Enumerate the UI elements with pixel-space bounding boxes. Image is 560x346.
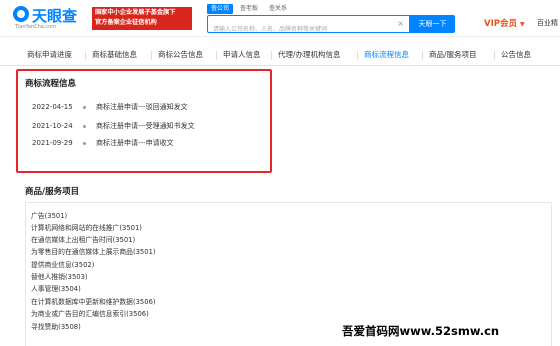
- tab-notice-info[interactable]: 公告信息: [501, 48, 531, 62]
- tab-divider: [151, 51, 152, 60]
- goods-item: 提供商业信息(3502): [31, 261, 95, 269]
- tab-divider: [357, 51, 358, 60]
- goods-item: 在通信媒体上出租广告时间(3501): [31, 236, 136, 244]
- logo[interactable]: 天眼查 TianYanCha.com: [13, 6, 87, 32]
- flow-date: 2021-09-29: [32, 139, 73, 147]
- search-tab-company[interactable]: 查公司: [207, 4, 234, 14]
- goods-item: 为商业或广告目的汇编信息索引(3506): [31, 310, 149, 318]
- flow-text: 商标注册申请---申请收文: [96, 139, 174, 147]
- goods-item: 替他人推销(3503): [31, 273, 88, 281]
- flow-item: 2022-04-15 商标注册申请---驳回通知发文: [32, 102, 188, 112]
- search-tab-boss[interactable]: 查老板: [236, 4, 262, 14]
- tab-goods-services[interactable]: 商品/服务项目: [429, 48, 477, 62]
- logo-subtitle: TianYanCha.com: [15, 24, 57, 30]
- top-header: 天眼查 TianYanCha.com 国家中小企业发展子基金旗下 官方备案企业征…: [0, 0, 560, 38]
- flow-text: 商标注册申请---受理通知书发文: [96, 122, 195, 130]
- watermark: 吾爱首码网www.52smw.cn: [342, 324, 500, 338]
- search-box: ×: [207, 15, 410, 38]
- eye-logo-icon: [13, 6, 29, 22]
- search-tab-relation[interactable]: 查关系: [265, 4, 291, 14]
- promo-banner[interactable]: 国家中小企业发展子基金旗下 官方备案企业征信机构: [92, 7, 192, 30]
- flow-item: 2021-09-29 商标注册申请---申请收文: [32, 138, 174, 148]
- flow-section-title: 商标流程信息: [25, 79, 77, 89]
- tab-divider: [494, 51, 495, 60]
- timeline-dot-icon: [83, 105, 86, 109]
- detail-nav-tabs: 商标申请进度 商标基础信息 商标公告信息 申请人信息 代理/办理机构信息 商标流…: [0, 44, 560, 66]
- header-right-link[interactable]: 百业精: [537, 18, 558, 28]
- tab-divider: [271, 51, 272, 60]
- clear-icon[interactable]: ×: [397, 19, 404, 29]
- promo-line-1: 国家中小企业发展子基金旗下: [95, 9, 176, 16]
- timeline-dot-icon: [83, 141, 86, 145]
- search-type-tabs: 查公司 查老板 查关系: [207, 4, 291, 14]
- logo-text: 天眼查: [32, 7, 78, 25]
- timeline-dot-icon: [83, 124, 86, 128]
- goods-section-title: 商品/服务项目: [25, 187, 80, 197]
- goods-item: 寻找赞助(3508): [31, 323, 81, 331]
- goods-item: 广告(3501): [31, 212, 68, 220]
- promo-line-2: 官方备案企业征信机构: [95, 19, 157, 26]
- tab-applicant-info[interactable]: 申请人信息: [223, 48, 261, 62]
- vip-menu[interactable]: VIP会员 ▼: [484, 17, 525, 29]
- flow-date: 2022-04-15: [32, 103, 73, 111]
- tab-divider: [85, 51, 86, 60]
- tab-divider: [422, 51, 423, 60]
- flow-date: 2021-10-24: [32, 122, 73, 130]
- vip-label: VIP会员: [484, 19, 517, 29]
- tab-application-progress[interactable]: 商标申请进度: [27, 48, 72, 62]
- caret-down-icon: ▼: [519, 21, 525, 28]
- tab-divider: [216, 51, 217, 60]
- search-input[interactable]: [208, 21, 388, 38]
- goods-item: 人事管理(3504): [31, 285, 81, 293]
- tab-announcement-info[interactable]: 商标公告信息: [158, 48, 203, 62]
- flow-item: 2021-10-24 商标注册申请---受理通知书发文: [32, 121, 195, 131]
- tab-basic-info[interactable]: 商标基础信息: [92, 48, 137, 62]
- tab-agency-info[interactable]: 代理/办理机构信息: [278, 48, 341, 62]
- tab-flow-info[interactable]: 商标流程信息: [364, 48, 409, 62]
- goods-item: 为零售目的在通信媒体上展示商品(3501): [31, 248, 156, 256]
- goods-item: 在计算机数据库中更新和维护数据(3506): [31, 298, 156, 306]
- goods-item: 计算机网络和网站的在线推广(3501): [31, 224, 142, 232]
- search-button[interactable]: 天眼一下: [410, 15, 455, 33]
- flow-text: 商标注册申请---驳回通知发文: [96, 103, 188, 111]
